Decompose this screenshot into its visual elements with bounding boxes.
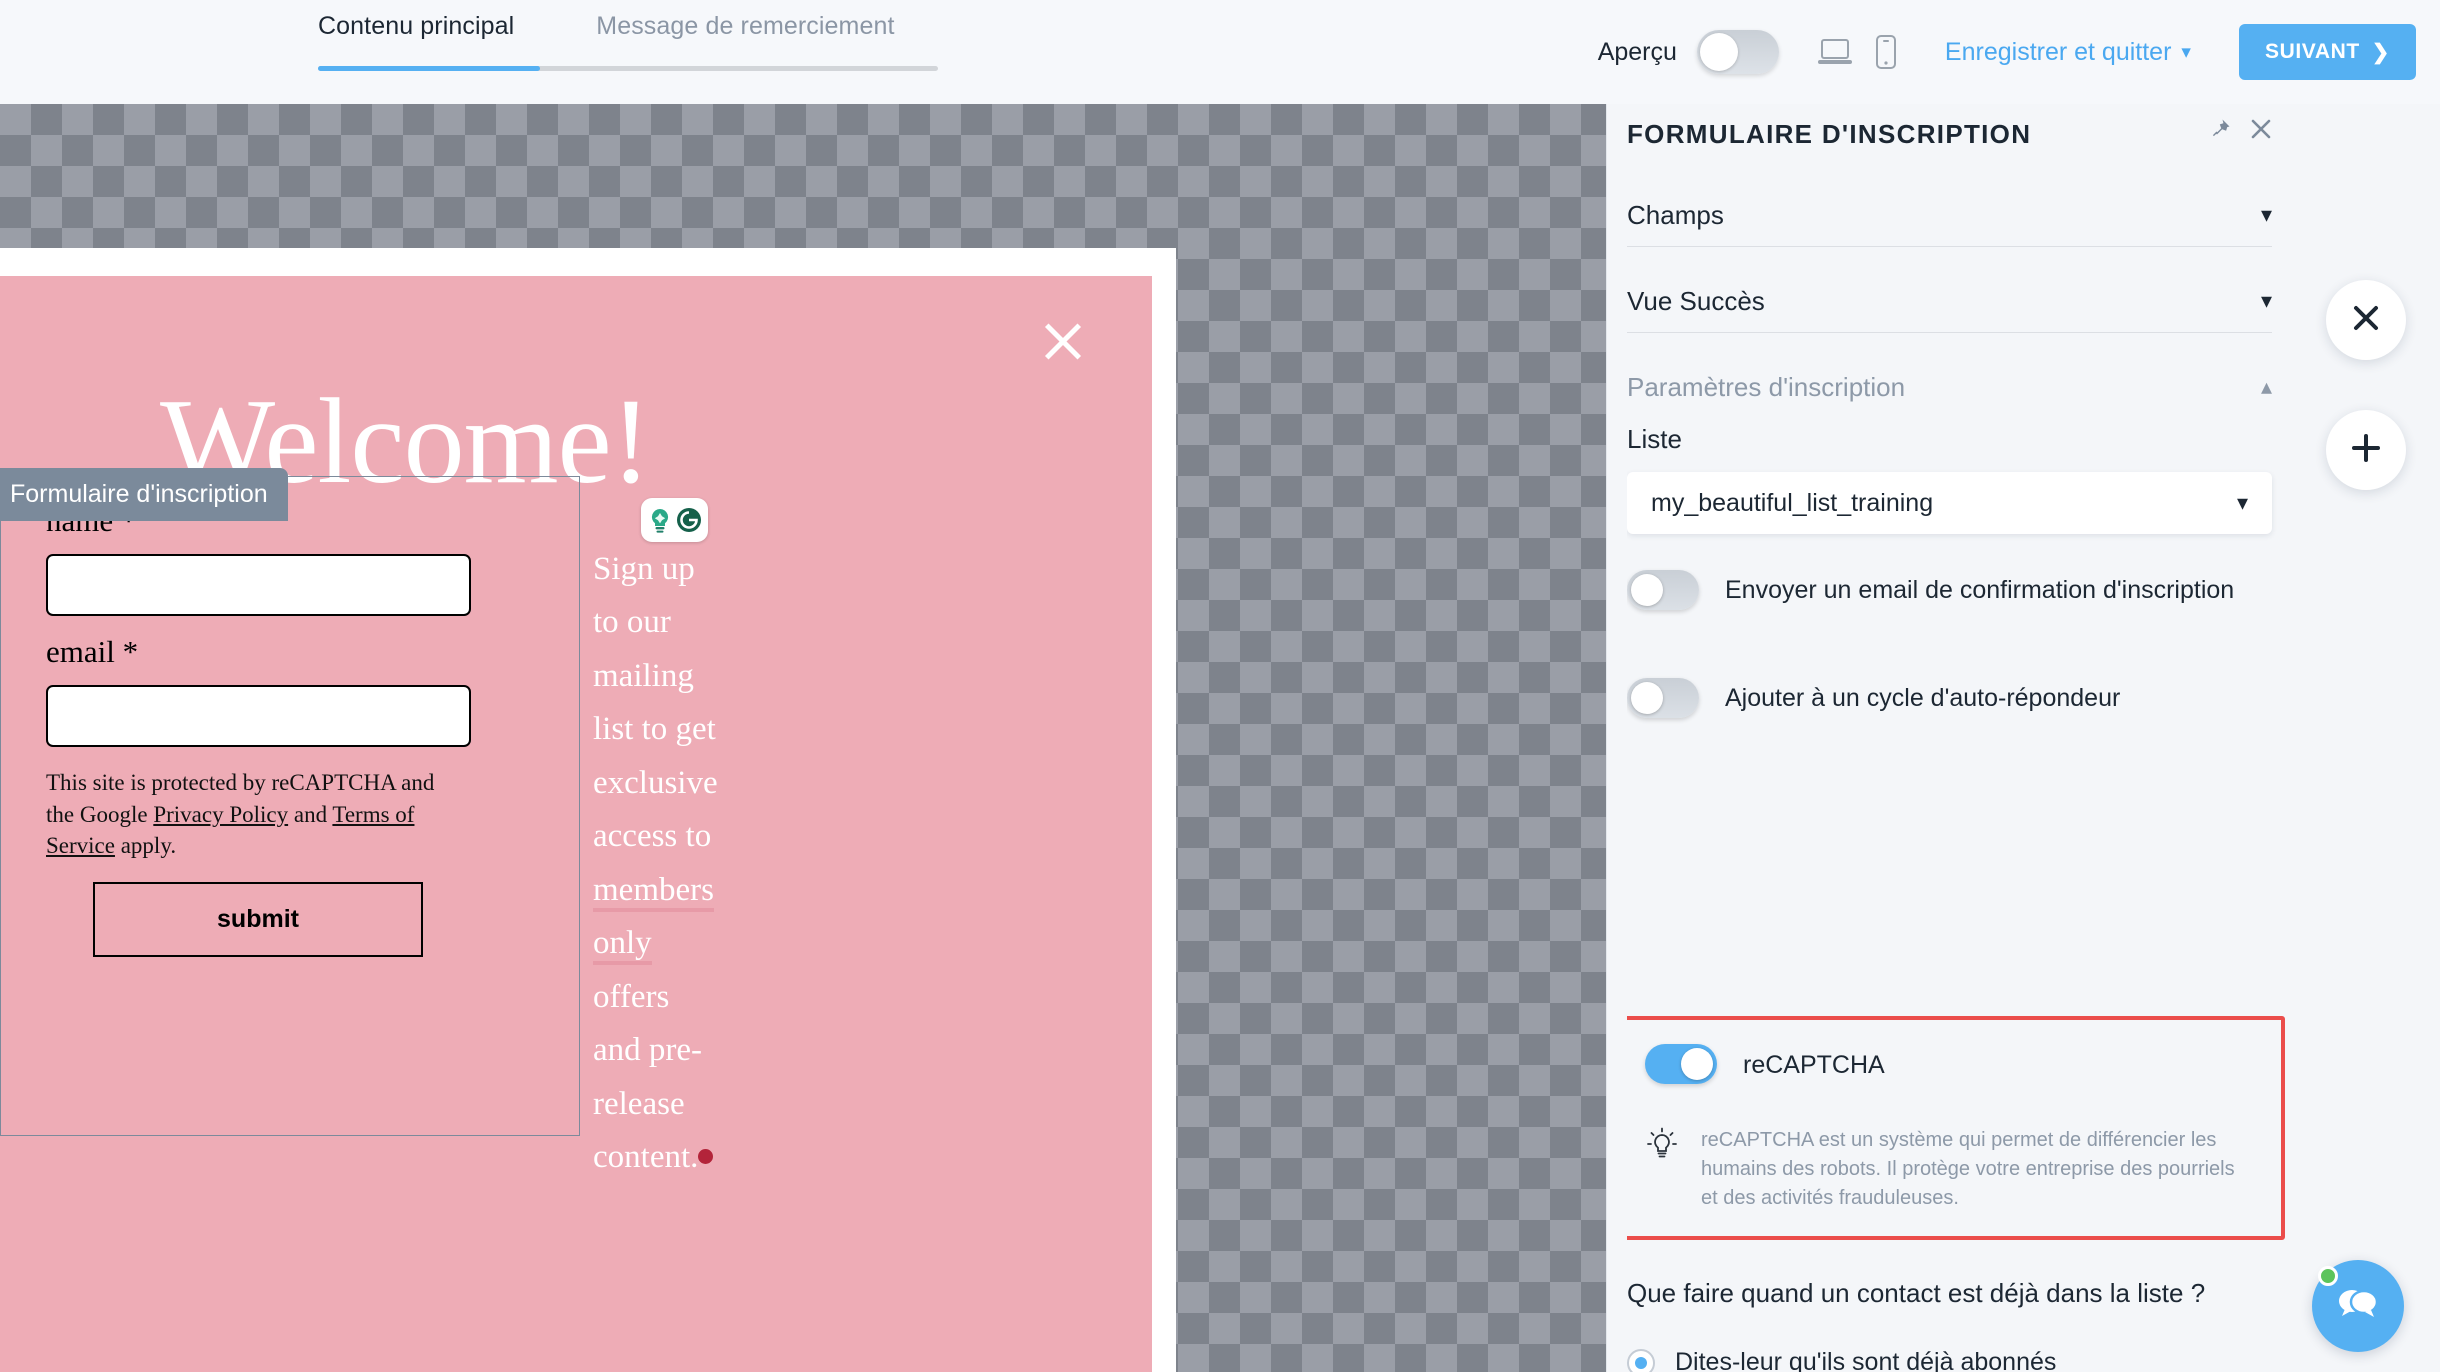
close-icon — [2349, 301, 2383, 340]
toggle-knob — [1681, 1048, 1713, 1080]
panel-header-actions — [2208, 116, 2274, 147]
radio-label: Dites-leur qu'ils sont déjà abonnés — [1675, 1348, 2057, 1372]
add-block-fab[interactable] — [2326, 410, 2406, 490]
side-copy-line: and pre- — [593, 1032, 703, 1069]
plus-icon — [2349, 431, 2383, 470]
duplicate-contact-question: Que faire quand un contact est déjà dans… — [1627, 1278, 2206, 1308]
editor-canvas: Welcome! name * email * — [0, 104, 1606, 1372]
progress-fill — [318, 66, 540, 71]
toggle-confirmation-email[interactable]: Envoyer un email de confirmation d'inscr… — [1627, 570, 2257, 610]
side-copy-line: content. — [593, 1138, 699, 1175]
tab-message-de-remerciement[interactable]: Message de remerciement — [596, 0, 894, 41]
liste-label: Liste — [1627, 424, 1682, 454]
chevron-down-icon: ▾ — [2260, 202, 2272, 227]
next-button-label: SUIVANT — [2264, 40, 2360, 63]
toggle-switch[interactable] — [1627, 570, 1699, 610]
top-toolbar: Contenu principal Message de remerciemen… — [0, 0, 2440, 104]
name-input[interactable] — [46, 554, 471, 616]
divider — [1627, 332, 2272, 333]
preview-toggle[interactable] — [1696, 30, 1779, 74]
chat-bubbles-icon — [2333, 1283, 2383, 1330]
section-vue-succes[interactable]: Vue Succès ▾ — [1627, 274, 2272, 328]
side-copy-line: release — [593, 1085, 685, 1122]
section-label: Vue Succès — [1627, 285, 1765, 316]
panel-title: FORMULAIRE D'INSCRIPTION — [1627, 119, 2032, 149]
side-copy-link[interactable]: members — [593, 871, 714, 912]
section-champs[interactable]: Champs ▾ — [1627, 188, 2272, 242]
toggle-label: Ajouter à un cycle d'auto-répondeur — [1725, 684, 2121, 712]
chat-support-button[interactable] — [2312, 1260, 2404, 1352]
next-button[interactable]: SUIVANT ❯ — [2238, 24, 2416, 80]
toggle-knob — [1631, 574, 1663, 606]
side-copy-line: access to — [593, 818, 712, 855]
recaptcha-setting-highlight: reCAPTCHA reCAPTCHA est un système qui p… — [1627, 1016, 2285, 1240]
recaptcha-hint: reCAPTCHA est un système qui permet de d… — [1645, 1126, 2255, 1213]
device-preview-group — [1817, 34, 1897, 70]
toolbar-right-group: Aperçu Enregistrer et quitter ▾ SUIVANT … — [1598, 0, 2416, 104]
side-copy-line: mailing — [593, 657, 694, 694]
settings-panel: FORMULAIRE D'INSCRIPTION Champs ▾ Vue Su… — [1606, 104, 2440, 1372]
liste-select-value: my_beautiful_list_training — [1651, 488, 1934, 517]
popup-side-copy: Sign up to our mailing list to get exclu… — [593, 543, 733, 1184]
online-status-dot — [2318, 1266, 2338, 1286]
toggle-knob — [1631, 682, 1663, 714]
chevron-down-icon: ▾ — [2236, 490, 2248, 515]
toggle-label: reCAPTCHA — [1743, 1051, 1885, 1080]
side-copy-link[interactable]: only — [593, 925, 652, 966]
grammarly-icon[interactable] — [641, 498, 708, 542]
chevron-up-icon: ▴ — [2260, 374, 2272, 399]
selected-block-label-text: Formulaire d'inscription — [10, 480, 268, 508]
toggle-label: Envoyer un email de confirmation d'inscr… — [1725, 576, 2235, 604]
chevron-right-icon: ❯ — [2371, 40, 2390, 64]
legal-suffix: apply. — [114, 833, 177, 859]
toggle-switch[interactable] — [1627, 678, 1699, 718]
popup-form-area: name * email * This site is protected by… — [0, 476, 580, 1136]
submit-button[interactable]: submit — [93, 882, 423, 957]
selected-block-label: Formulaire d'inscription — [0, 468, 288, 521]
toggle-switch[interactable] — [1645, 1044, 1717, 1084]
resize-handle-dot[interactable] — [698, 1148, 714, 1164]
privacy-policy-link[interactable]: Privacy Policy — [153, 802, 288, 827]
chevron-down-icon: ▾ — [2260, 288, 2272, 313]
popup-close-icon[interactable] — [1040, 318, 1086, 364]
side-copy-line: list to get — [593, 711, 716, 748]
laptop-icon[interactable] — [1817, 37, 1853, 67]
chevron-down-icon: ▾ — [2181, 41, 2191, 63]
side-copy-line: Sign up — [593, 551, 695, 587]
section-label: Paramètres d'inscription — [1627, 371, 1906, 402]
side-copy-line: offers — [593, 978, 670, 1015]
recaptcha-legal-text: This site is protected by reCAPTCHA and … — [46, 767, 446, 862]
recaptcha-hint-text: reCAPTCHA est un système qui permet de d… — [1701, 1129, 2235, 1209]
lightbulb-icon — [1645, 1126, 1679, 1213]
preview-label: Aperçu — [1597, 37, 1677, 66]
email-field-group: email * — [46, 634, 471, 747]
side-copy-line: to our — [593, 604, 671, 641]
signup-popup: Welcome! name * email * — [0, 276, 1152, 1372]
submit-button-label: submit — [217, 905, 299, 933]
side-copy-line: exclusive — [593, 764, 718, 801]
radio-button[interactable] — [1627, 1348, 1655, 1372]
email-field-label: email * — [46, 634, 139, 669]
save-and-quit-button[interactable]: Enregistrer et quitter ▾ — [1945, 38, 2191, 67]
toggle-autoresponder[interactable]: Ajouter à un cycle d'auto-répondeur — [1627, 678, 2257, 718]
section-label: Champs — [1627, 199, 1724, 230]
editor-tabs: Contenu principal Message de remerciemen… — [318, 0, 895, 41]
radio-option-tell-them[interactable]: Dites-leur qu'ils sont déjà abonnés — [1627, 1348, 2056, 1372]
tab-contenu-principal[interactable]: Contenu principal — [318, 0, 514, 41]
close-icon[interactable] — [2248, 116, 2274, 147]
tab-label: Message de remerciement — [596, 12, 895, 40]
phone-icon[interactable] — [1875, 34, 1897, 70]
toggle-recaptcha[interactable]: reCAPTCHA — [1645, 1044, 1885, 1084]
tab-label: Contenu principal — [318, 12, 515, 40]
divider — [1627, 246, 2272, 247]
save-and-quit-label: Enregistrer et quitter — [1944, 37, 2172, 66]
settings-panel-body: FORMULAIRE D'INSCRIPTION Champs ▾ Vue Su… — [1627, 104, 2287, 1372]
pin-icon[interactable] — [2208, 117, 2232, 146]
email-input[interactable] — [46, 685, 471, 747]
legal-mid: and — [288, 801, 333, 827]
section-parametres-dinscription[interactable]: Paramètres d'inscription ▴ — [1627, 360, 2272, 414]
liste-select[interactable]: my_beautiful_list_training ▾ — [1627, 472, 2272, 534]
close-panel-fab[interactable] — [2326, 280, 2406, 360]
